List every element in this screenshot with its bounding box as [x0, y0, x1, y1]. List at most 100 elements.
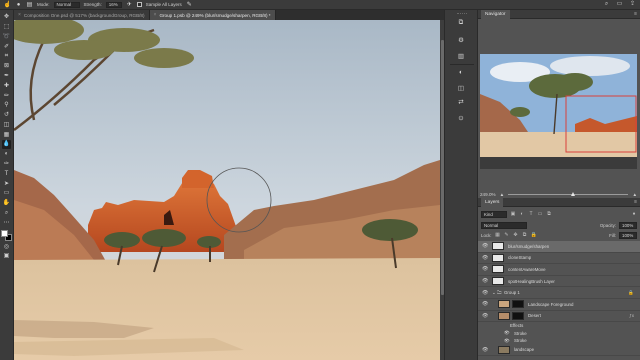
frame-tool-icon[interactable]: ⊠ — [2, 62, 11, 71]
layer-row[interactable]: 👁 contentAwareMove — [478, 264, 640, 276]
properties-panel-icon[interactable]: ⚙ — [456, 36, 466, 44]
eye-icon[interactable]: 👁 — [482, 266, 488, 272]
gradient-tool-icon[interactable]: ▦ — [2, 130, 11, 139]
layers-title[interactable]: Layers — [481, 197, 504, 207]
close-icon[interactable]: × — [18, 12, 21, 18]
lock-all-icon[interactable]: 🔒 — [531, 232, 537, 238]
type-tool-icon[interactable]: T — [2, 170, 11, 179]
layer-row[interactable]: 👁 Landscape Foreground — [478, 299, 640, 311]
lock-paint-icon[interactable]: ✎ — [504, 232, 510, 238]
lock-artboard-icon[interactable]: ⧉ — [522, 232, 528, 238]
filter-pixel-icon[interactable]: ▣ — [510, 211, 516, 217]
history-brush-tool-icon[interactable]: ↺ — [2, 111, 11, 120]
fx-icon[interactable]: ƒx — [629, 313, 634, 318]
quick-select-tool-icon[interactable]: ✐ — [2, 42, 11, 51]
eye-icon[interactable]: 👁 — [482, 301, 488, 307]
layer-row[interactable]: 👁 cloneStamp — [478, 253, 640, 265]
brush-tool-icon[interactable]: ✏ — [2, 91, 11, 100]
rectangle-tool-icon[interactable]: ▭ — [2, 189, 11, 198]
eye-icon[interactable]: 👁 — [482, 290, 488, 296]
fill-input[interactable]: 100% — [619, 231, 637, 239]
pressure-icon[interactable]: ✎ — [186, 1, 193, 8]
filter-type-icon[interactable]: T — [528, 211, 534, 217]
styles-panel-icon[interactable]: ◫ — [456, 84, 466, 92]
pen-tool-icon[interactable]: ✑ — [2, 160, 11, 169]
zoom-slider[interactable] — [508, 191, 629, 196]
brush-preset-icon[interactable]: ● — [15, 1, 22, 8]
airbrush-icon[interactable]: ✈ — [126, 1, 133, 8]
hand-tool-icon[interactable]: ✋ — [2, 199, 11, 208]
search-icon[interactable]: ⌕ — [603, 1, 610, 8]
move-tool-icon[interactable]: ✥ — [2, 13, 11, 22]
screen-mode-icon[interactable]: ▣ — [2, 252, 11, 261]
foreground-color-swatch[interactable] — [1, 230, 8, 238]
sample-all-layers-checkbox[interactable] — [136, 2, 142, 7]
eraser-tool-icon[interactable]: ◫ — [2, 121, 11, 130]
eye-icon[interactable]: 👁 — [482, 347, 488, 353]
path-selection-tool-icon[interactable]: ➤ — [2, 179, 11, 188]
strength-input[interactable]: 16% — [105, 1, 122, 8]
dodge-tool-icon[interactable]: ◐ — [2, 150, 11, 159]
strip-grip[interactable] — [457, 13, 467, 15]
effects-row[interactable]: Effects — [478, 322, 640, 330]
tab-composition-one[interactable]: × Composition One.psd @ 517% (background… — [14, 10, 150, 20]
group-row[interactable]: 👁 ⌄ 🗀 Group 1 🔒 — [478, 287, 640, 299]
lasso-tool-icon[interactable]: ➰ — [2, 33, 11, 42]
crop-tool-icon[interactable]: ⌗ — [2, 52, 11, 61]
desert-photo[interactable] — [14, 20, 440, 360]
layer-row[interactable]: 👁 landscape — [478, 345, 640, 357]
healing-brush-tool-icon[interactable]: ✚ — [2, 81, 11, 90]
mode-select[interactable]: Normal — [53, 1, 80, 8]
lock-transparent-icon[interactable]: ▦ — [495, 232, 501, 238]
panel-menu-icon[interactable]: ≡ — [634, 11, 637, 17]
layer-row[interactable]: 👁 Desert ƒx — [478, 311, 640, 323]
tab-group-1[interactable]: × Group 1.psb @ 249% (blur/smudge/sharpe… — [149, 10, 276, 20]
adjustments-panel-icon[interactable]: ◐ — [456, 68, 466, 76]
layer-row[interactable]: 👁 blur/smudge/sharpen — [478, 241, 640, 253]
zoom-in-icon[interactable]: ▲ — [632, 192, 637, 197]
document-canvas[interactable] — [14, 20, 440, 360]
eye-icon[interactable]: 👁 — [504, 338, 510, 344]
channels-panel-icon[interactable]: ⊙ — [456, 114, 466, 122]
zoom-out-icon[interactable]: ▲ — [500, 192, 505, 197]
navigator-title[interactable]: Navigator — [481, 9, 510, 19]
color-swatches[interactable] — [1, 230, 12, 242]
filter-smart-icon[interactable]: ⧉ — [546, 211, 552, 217]
kind-filter-select[interactable]: Kind — [481, 210, 507, 218]
eye-icon[interactable]: 👁 — [482, 278, 488, 284]
filter-toggle-icon[interactable]: ● — [631, 211, 637, 217]
eye-icon[interactable]: 👁 — [504, 330, 510, 336]
marquee-tool-icon[interactable]: ⬚ — [2, 23, 11, 32]
brush-settings-icon[interactable]: ▤ — [26, 1, 33, 8]
navigator-thumbnail[interactable] — [480, 54, 637, 169]
workspace-icon[interactable]: ▭ — [616, 1, 623, 8]
zoom-tool-icon[interactable]: ⌕ — [2, 209, 11, 218]
share-icon[interactable]: ⇪ — [629, 1, 636, 8]
smudge-tool-icon[interactable]: ☝ — [4, 1, 11, 8]
zoom-value[interactable]: 249.0% — [480, 192, 496, 197]
opacity-input[interactable]: 100% — [619, 221, 637, 229]
layer-row[interactable]: 👁 spotHealingBrush Layer — [478, 276, 640, 288]
paths-panel-icon[interactable]: ⇄ — [456, 98, 466, 106]
effect-row[interactable]: 👁 Stroke — [478, 330, 640, 338]
effect-row[interactable]: 👁 Stroke — [478, 337, 640, 345]
close-icon[interactable]: × — [154, 12, 157, 18]
clone-stamp-tool-icon[interactable]: ⚲ — [2, 101, 11, 110]
filter-shape-icon[interactable]: ▭ — [537, 211, 543, 217]
eyedropper-tool-icon[interactable]: ✒ — [2, 72, 11, 81]
eye-icon[interactable]: 👁 — [482, 243, 488, 249]
layer-name: Landscape Foreground — [528, 301, 574, 307]
eye-icon[interactable]: 👁 — [482, 313, 488, 319]
zoom-slider-knob[interactable] — [570, 191, 575, 196]
lock-move-icon[interactable]: ✥ — [513, 232, 519, 238]
panel-menu-icon[interactable]: ≡ — [634, 199, 637, 205]
history-panel-icon[interactable]: ⧉ — [456, 19, 466, 27]
filter-adjust-icon[interactable]: ◐ — [519, 211, 525, 217]
libraries-panel-icon[interactable]: ▥ — [456, 52, 466, 60]
quick-mask-icon[interactable]: ◎ — [2, 242, 11, 251]
eye-icon[interactable]: 👁 — [482, 255, 488, 261]
more-tools-icon[interactable]: ⋯ — [2, 218, 11, 227]
blend-mode-select[interactable]: Normal — [481, 221, 527, 229]
group-toggle-icon[interactable]: ⌄ — [492, 290, 496, 296]
blur-tool-icon[interactable]: 💧 — [2, 140, 11, 149]
